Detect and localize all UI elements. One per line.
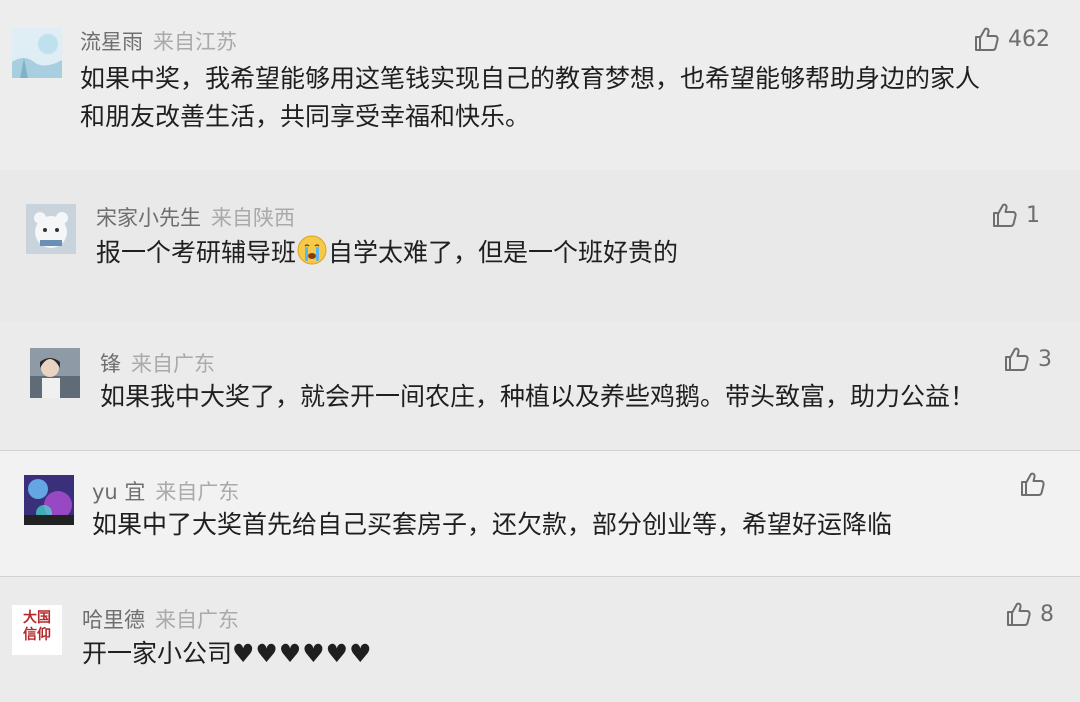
like-button[interactable]: 8 xyxy=(1004,599,1054,629)
comment-text-line: 如果中奖，我希望能够用这笔钱实现自己的教育梦想，也希望能够帮助身边的家人 xyxy=(80,64,981,93)
comment-text: 如果中了大奖首先给自己买套房子，还欠款，部分创业等，希望好运降临 xyxy=(92,510,893,539)
location: 来自广东 xyxy=(155,480,240,504)
thumbs-up-icon xyxy=(972,25,1000,53)
username[interactable]: 宋家小先生 xyxy=(96,206,201,230)
like-button[interactable]: 3 xyxy=(1002,344,1052,374)
comment-text-part: 报一个考研辅导班 xyxy=(96,238,297,267)
crying-face-icon xyxy=(296,234,328,277)
username[interactable]: 流星雨 xyxy=(80,30,143,54)
avatar[interactable] xyxy=(24,475,74,525)
comment-text-part: 开一家小公司 xyxy=(82,639,233,668)
comment-text-line: 和朋友改善生活，共同享受幸福和快乐。 xyxy=(80,102,531,131)
comment-meta: yu 宜来自广东 xyxy=(92,476,239,506)
location: 来自江苏 xyxy=(153,30,237,54)
like-button[interactable]: 462 xyxy=(972,24,1050,54)
comment-meta: 锋来自广东 xyxy=(100,348,215,378)
comment-meta: 流星雨 来自江苏 xyxy=(80,26,237,56)
comment-meta: 宋家小先生 来自陕西 xyxy=(96,202,295,232)
like-count: 1 xyxy=(1026,202,1040,228)
comment-item: 大国信仰 哈里德 来自广东 8 开一家小公司♥♥♥♥♥♥ xyxy=(0,577,1080,702)
comment-text: 如果中奖，我希望能够用这笔钱实现自己的教育梦想，也希望能够帮助身边的家人 和朋友… xyxy=(80,60,980,136)
avatar[interactable] xyxy=(26,204,76,254)
comment-text-part: 自学太难了，但是一个班好贵的 xyxy=(328,238,679,267)
username[interactable]: 哈里德 xyxy=(82,608,145,632)
avatar-logo-text: 大国信仰 xyxy=(23,610,51,643)
like-count: 3 xyxy=(1038,346,1052,372)
comment-meta: 哈里德 来自广东 xyxy=(82,604,239,634)
avatar[interactable] xyxy=(30,348,80,398)
location: 来自广东 xyxy=(155,608,239,632)
comment-item: yu 宜来自广东 如果中了大奖首先给自己买套房子，还欠款，部分创业等，希望好运降… xyxy=(0,450,1080,577)
comment-item: 宋家小先生 来自陕西 1 报一个考研辅导班 自学太难了，但是一个班好贵的 xyxy=(0,170,1080,322)
like-button[interactable]: 1 xyxy=(990,200,1040,230)
hearts-emoji: ♥♥♥♥♥♥ xyxy=(232,639,373,668)
username[interactable]: 锋 xyxy=(100,352,121,376)
like-count: 8 xyxy=(1040,601,1054,627)
thumbs-up-icon xyxy=(1018,470,1046,498)
avatar[interactable] xyxy=(12,28,62,78)
location: 来自陕西 xyxy=(211,206,295,230)
comment-item: 流星雨 来自江苏 462 如果中奖，我希望能够用这笔钱实现自己的教育梦想，也希望能… xyxy=(0,0,1080,170)
location: 来自广东 xyxy=(131,352,215,376)
like-button[interactable] xyxy=(1018,469,1054,499)
avatar[interactable]: 大国信仰 xyxy=(12,605,62,655)
thumbs-up-icon xyxy=(1002,345,1030,373)
comment-text: 开一家小公司♥♥♥♥♥♥ xyxy=(82,635,373,673)
comment-item: 锋来自广东 3 如果我中大奖了，就会开一间农庄，种植以及养些鸡鹅。带头致富，助力… xyxy=(0,322,1080,450)
thumbs-up-icon xyxy=(990,201,1018,229)
comment-text: 报一个考研辅导班 自学太难了，但是一个班好贵的 xyxy=(96,234,678,277)
comment-text: 如果我中大奖了，就会开一间农庄，种植以及养些鸡鹅。带头致富，助力公益！ xyxy=(100,382,976,411)
thumbs-up-icon xyxy=(1004,600,1032,628)
username[interactable]: yu 宜 xyxy=(92,480,145,504)
like-count: 462 xyxy=(1008,26,1050,52)
